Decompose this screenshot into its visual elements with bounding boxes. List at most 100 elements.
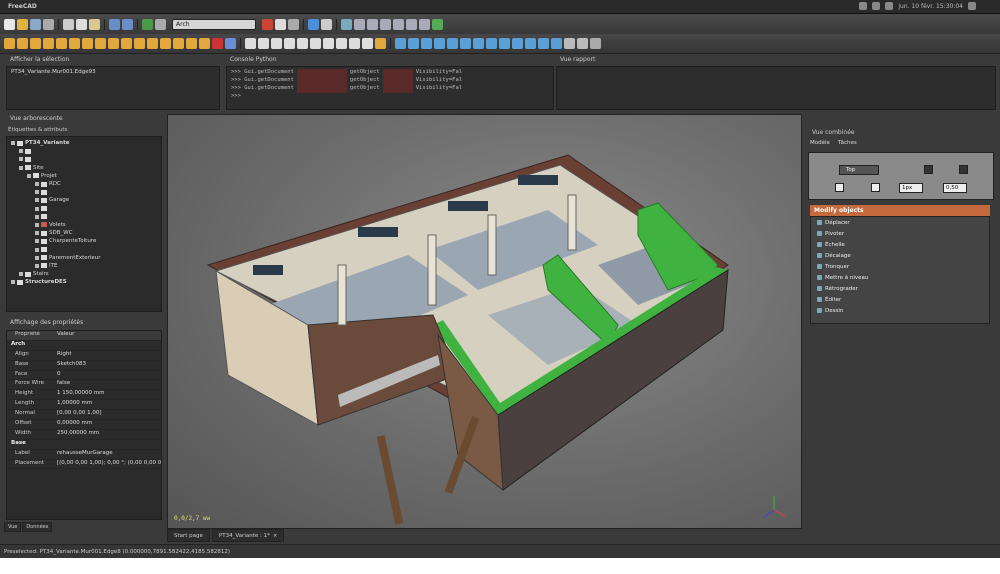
python-console[interactable]: >>> Gui.getDocument getObject Visibility=F… xyxy=(226,66,554,110)
modify-objects-header[interactable]: Modify objects xyxy=(810,205,990,216)
property-value[interactable] xyxy=(57,440,161,449)
wire-icon[interactable] xyxy=(258,38,269,49)
expand-arrow-icon[interactable] xyxy=(35,182,39,187)
workbench-selector[interactable]: Arch xyxy=(172,18,256,30)
section-plane-icon[interactable] xyxy=(108,38,119,49)
equipment-icon[interactable] xyxy=(160,38,171,49)
property-value[interactable]: false xyxy=(57,380,161,389)
property-value[interactable] xyxy=(57,341,161,350)
line-width-spin[interactable]: 1px xyxy=(899,183,923,193)
expand-arrow-icon[interactable] xyxy=(35,263,39,268)
expand-arrow-icon[interactable] xyxy=(11,141,15,146)
property-value[interactable]: Right xyxy=(57,351,161,360)
downgrade-icon[interactable] xyxy=(460,38,471,49)
view-front-icon[interactable] xyxy=(354,18,365,30)
redo-icon[interactable] xyxy=(122,18,133,30)
shape-string-icon[interactable] xyxy=(375,38,386,49)
macro-edit-icon[interactable] xyxy=(275,18,286,30)
add-icon[interactable] xyxy=(186,38,197,49)
tree-item[interactable] xyxy=(9,188,159,196)
rotate-icon[interactable] xyxy=(408,38,419,49)
expand-arrow-icon[interactable] xyxy=(35,206,39,211)
property-row[interactable]: Offset 0,00000 mm xyxy=(7,420,161,430)
trim-icon[interactable] xyxy=(434,38,445,49)
property-row[interactable]: Force Wire false xyxy=(7,380,161,391)
property-value[interactable]: 250,00000 mm xyxy=(57,430,161,439)
refresh-icon[interactable] xyxy=(142,18,153,30)
modify-item[interactable]: Dessin xyxy=(811,305,989,316)
rectangle-icon[interactable] xyxy=(323,38,334,49)
expand-arrow-icon[interactable] xyxy=(35,198,39,203)
construction-toggle[interactable] xyxy=(835,183,844,192)
group-icon[interactable] xyxy=(577,38,588,49)
options-icon[interactable] xyxy=(590,38,601,49)
save-icon[interactable] xyxy=(30,18,41,30)
tree-item[interactable]: SDB_WC xyxy=(9,229,159,237)
expand-arrow-icon[interactable] xyxy=(35,247,39,252)
property-row[interactable]: Height 1 150,00000 mm xyxy=(7,390,161,401)
tab-data[interactable]: Données xyxy=(22,522,53,532)
grid-icon[interactable] xyxy=(551,38,562,49)
bspline-icon[interactable] xyxy=(349,38,360,49)
line-icon[interactable] xyxy=(245,38,256,49)
face-color-button[interactable] xyxy=(959,165,968,174)
expand-arrow-icon[interactable] xyxy=(19,165,23,170)
expand-arrow-icon[interactable] xyxy=(35,231,39,236)
expand-arrow-icon[interactable] xyxy=(35,222,39,227)
wall-icon[interactable] xyxy=(4,38,15,49)
undo-icon[interactable] xyxy=(109,18,120,30)
property-value[interactable]: 0,00000 mm xyxy=(57,420,161,429)
tree-item[interactable]: Site xyxy=(9,164,159,172)
property-row[interactable]: Base xyxy=(7,440,161,450)
tab-model[interactable]: Modèle xyxy=(810,140,830,146)
property-value[interactable]: 1,00000 mm xyxy=(57,400,161,409)
new-file-icon[interactable] xyxy=(4,18,15,30)
structure-icon[interactable] xyxy=(17,38,28,49)
property-value[interactable]: 0 xyxy=(57,371,161,380)
tree-item[interactable]: Volets xyxy=(9,221,159,229)
property-editor[interactable]: Propriété Valeur Arch Align Right Base Sketch… xyxy=(6,330,162,520)
tab-tasks[interactable]: Tâches xyxy=(838,140,857,146)
tree-item[interactable]: RDC xyxy=(9,180,159,188)
view-left-icon[interactable] xyxy=(419,18,430,30)
array-icon[interactable] xyxy=(512,38,523,49)
panel-icon[interactable] xyxy=(147,38,158,49)
power-icon[interactable] xyxy=(968,2,976,10)
tree-item[interactable]: CharpenteToiture xyxy=(9,237,159,245)
property-row[interactable]: Face 0 xyxy=(7,371,161,381)
mail-icon[interactable] xyxy=(872,2,881,10)
remove-icon[interactable] xyxy=(199,38,210,49)
arc-icon[interactable] xyxy=(284,38,295,49)
space-icon[interactable] xyxy=(121,38,132,49)
expand-arrow-icon[interactable] xyxy=(19,149,23,154)
wireframe-icon[interactable] xyxy=(564,38,575,49)
property-row[interactable]: Label rehausseMurGarage xyxy=(7,450,161,460)
roof-icon[interactable] xyxy=(95,38,106,49)
3d-viewport[interactable]: 0,0/2,7 ww xyxy=(167,114,802,529)
view-rear-icon[interactable] xyxy=(393,18,404,30)
frame-icon[interactable] xyxy=(173,38,184,49)
expand-arrow-icon[interactable] xyxy=(19,157,23,162)
property-value[interactable]: 1 150,00000 mm xyxy=(57,390,161,399)
expand-arrow-icon[interactable] xyxy=(35,255,39,260)
tree-item[interactable]: Garage xyxy=(9,196,159,204)
volume-icon[interactable] xyxy=(885,2,894,10)
expand-arrow-icon[interactable] xyxy=(35,239,39,244)
view-right-icon[interactable] xyxy=(380,18,391,30)
modify-item[interactable]: Échelle xyxy=(811,239,989,250)
cut-icon[interactable] xyxy=(63,18,74,30)
tree-item[interactable] xyxy=(9,213,159,221)
modify-item[interactable]: Mettre à niveau xyxy=(811,272,989,283)
property-row[interactable]: Width 250,00000 mm xyxy=(7,430,161,440)
window-icon[interactable] xyxy=(69,38,80,49)
modify-item[interactable]: Pivoter xyxy=(811,228,989,239)
property-value[interactable]: Sketch083 xyxy=(57,361,161,370)
modify-item[interactable]: Déplacer xyxy=(811,217,989,228)
site-icon[interactable] xyxy=(56,38,67,49)
tree-item[interactable] xyxy=(9,205,159,213)
upgrade-icon[interactable] xyxy=(447,38,458,49)
ellipse-icon[interactable] xyxy=(297,38,308,49)
macro-execute-icon[interactable] xyxy=(288,18,299,30)
tree-item[interactable] xyxy=(9,147,159,155)
expand-arrow-icon[interactable] xyxy=(11,280,15,285)
